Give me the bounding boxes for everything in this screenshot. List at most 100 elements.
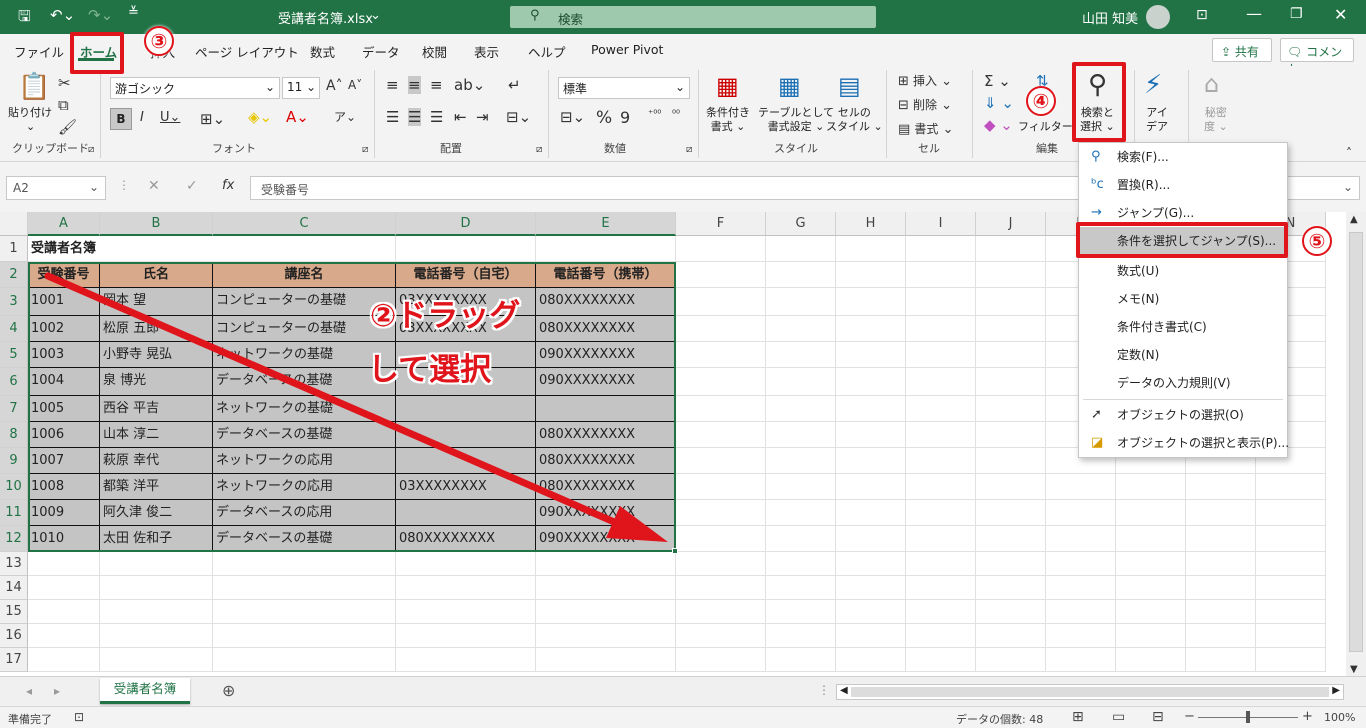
ideas-button[interactable]: アイ デア [1146, 106, 1168, 134]
zoom-out-icon[interactable]: − [1184, 709, 1195, 724]
menu-item-selection-pane[interactable]: ◪ オブジェクトの選択と表示(P)... [1079, 429, 1289, 457]
column-header[interactable]: E [536, 212, 676, 236]
empty-cell[interactable] [1186, 526, 1256, 552]
empty-cell[interactable] [766, 262, 836, 288]
tab-page-layout[interactable]: ページ レイアウト [195, 42, 299, 61]
empty-cell[interactable] [676, 648, 766, 672]
table-cell[interactable]: 太田 佐和子 [100, 526, 213, 552]
empty-cell[interactable] [836, 576, 906, 600]
empty-cell[interactable] [836, 648, 906, 672]
decrease-decimal-icon[interactable]: ⁰⁰ [672, 109, 680, 120]
empty-cell[interactable] [976, 316, 1046, 342]
table-cell[interactable]: 1009 [28, 500, 100, 526]
empty-cell[interactable] [676, 500, 766, 526]
bold-button[interactable]: B [110, 108, 132, 130]
empty-cell[interactable] [1186, 474, 1256, 500]
search-box[interactable]: ⚲ 検索 [510, 6, 876, 28]
cancel-entry-icon[interactable]: ✕ [148, 178, 160, 194]
border-icon[interactable]: ⊞⌄ [200, 110, 225, 128]
empty-cell[interactable] [976, 448, 1046, 474]
empty-cell[interactable] [976, 648, 1046, 672]
empty-cell[interactable] [906, 396, 976, 422]
empty-cell[interactable] [836, 422, 906, 448]
table-cell[interactable]: 080XXXXXXXX [396, 526, 536, 552]
empty-cell[interactable] [100, 600, 213, 624]
add-sheet-icon[interactable]: ⊕ [222, 681, 235, 700]
menu-item-constants[interactable]: 定数(N) [1079, 341, 1287, 369]
empty-cell[interactable] [213, 600, 396, 624]
undo-icon[interactable]: ↶⌄ [50, 6, 75, 24]
row-header[interactable]: 13 [0, 552, 28, 576]
empty-cell[interactable] [1116, 474, 1186, 500]
empty-cell[interactable] [906, 342, 976, 368]
table-cell[interactable]: 1004 [28, 368, 100, 396]
column-header[interactable]: B [100, 212, 213, 236]
table-cell[interactable]: 都築 洋平 [100, 474, 213, 500]
empty-cell[interactable] [766, 500, 836, 526]
table-cell[interactable]: 1003 [28, 342, 100, 368]
empty-cell[interactable] [1046, 624, 1116, 648]
empty-cell[interactable] [1186, 648, 1256, 672]
row-header[interactable]: 17 [0, 648, 28, 672]
format-painter-icon[interactable]: 🖌 [58, 118, 77, 136]
empty-cell[interactable] [976, 600, 1046, 624]
empty-cell[interactable] [766, 236, 836, 262]
empty-cell[interactable] [906, 422, 976, 448]
table-cell[interactable]: データベースの応用 [213, 500, 396, 526]
empty-cell[interactable] [396, 552, 536, 576]
table-cell[interactable]: 080XXXXXXXX [536, 422, 676, 448]
currency-icon[interactable]: ⊟⌄ [560, 108, 585, 126]
format-as-table-button[interactable]: テーブルとして 書式設定 ⌄ [758, 106, 834, 134]
percent-icon[interactable]: % [596, 108, 612, 128]
row-header[interactable]: 8 [0, 422, 28, 448]
customize-qat-icon[interactable]: ≚ [128, 5, 139, 20]
cell-styles-icon[interactable]: ▤ [838, 72, 861, 100]
empty-cell[interactable] [676, 526, 766, 552]
indent-decrease-icon[interactable]: ⇤ [454, 108, 467, 126]
empty-cell[interactable] [1116, 500, 1186, 526]
format-cells-button[interactable]: ▤ 書式 ⌄ [898, 120, 953, 137]
empty-cell[interactable] [1116, 576, 1186, 600]
empty-cell[interactable] [676, 448, 766, 474]
empty-cell[interactable] [976, 576, 1046, 600]
empty-cell[interactable] [1256, 474, 1326, 500]
column-header[interactable]: H [836, 212, 906, 236]
empty-cell[interactable] [1256, 648, 1326, 672]
empty-cell[interactable] [766, 316, 836, 342]
empty-cell[interactable] [766, 288, 836, 316]
user-name[interactable]: 山田 知美 [1082, 8, 1138, 27]
empty-cell[interactable] [1046, 576, 1116, 600]
empty-cell[interactable] [976, 236, 1046, 262]
scroll-right-icon[interactable]: ▶ [1332, 685, 1340, 696]
empty-cell[interactable] [28, 600, 100, 624]
table-cell[interactable]: 090XXXXXXXX [536, 368, 676, 396]
redo-icon[interactable]: ↷⌄ [88, 6, 113, 24]
italic-button[interactable]: I [140, 110, 144, 125]
empty-cell[interactable] [836, 342, 906, 368]
wrap-text-icon[interactable]: ↵ [508, 76, 521, 94]
empty-cell[interactable] [1116, 600, 1186, 624]
table-cell[interactable]: 西谷 平吉 [100, 396, 213, 422]
align-left-icon[interactable]: ☰ [386, 108, 399, 126]
avatar[interactable] [1146, 5, 1170, 29]
paste-button[interactable]: 貼り付け [8, 106, 52, 120]
confirm-entry-icon[interactable]: ✓ [186, 178, 198, 194]
scroll-up-icon[interactable]: ▲ [1350, 214, 1358, 225]
empty-cell[interactable] [906, 236, 976, 262]
row-header[interactable]: 15 [0, 600, 28, 624]
empty-cell[interactable] [976, 288, 1046, 316]
empty-cell[interactable] [976, 342, 1046, 368]
empty-cell[interactable] [906, 262, 976, 288]
table-cell[interactable]: 1002 [28, 316, 100, 342]
empty-cell[interactable] [1046, 500, 1116, 526]
empty-cell[interactable] [676, 236, 766, 262]
zoom-slider-handle[interactable] [1246, 711, 1250, 723]
comment-button[interactable]: 🗨 コメント [1280, 38, 1354, 76]
empty-cell[interactable] [836, 368, 906, 396]
empty-cell[interactable] [836, 500, 906, 526]
empty-cell[interactable] [906, 448, 976, 474]
empty-cell[interactable] [766, 342, 836, 368]
empty-cell[interactable] [976, 500, 1046, 526]
table-cell[interactable]: 1001 [28, 288, 100, 316]
table-cell[interactable]: 萩原 幸代 [100, 448, 213, 474]
